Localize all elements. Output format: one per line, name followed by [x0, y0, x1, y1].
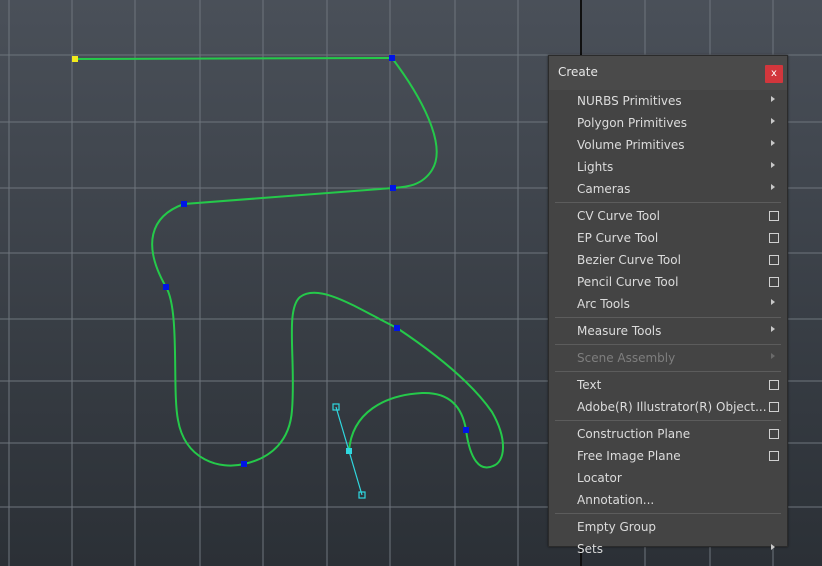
menu-item-sets[interactable]: Sets — [549, 538, 787, 560]
cv-point[interactable] — [463, 427, 469, 433]
cv-point[interactable] — [241, 461, 247, 467]
menu-item-measure-tools[interactable]: Measure Tools — [549, 320, 787, 342]
menu-item-label: Measure Tools — [577, 324, 662, 338]
cv-point[interactable] — [163, 284, 169, 290]
menu-item-adobe-illustrator-object[interactable]: Adobe(R) Illustrator(R) Object... — [549, 396, 787, 418]
menu-item-label: Adobe(R) Illustrator(R) Object... — [577, 400, 767, 414]
viewport-canvas[interactable]: Create x NURBS Primitives Polygon Primiti… — [0, 0, 822, 566]
menu-item-label: Free Image Plane — [577, 449, 681, 463]
option-box-icon[interactable] — [769, 211, 779, 221]
menu-title: Create — [558, 65, 598, 79]
menu-item-annotation[interactable]: Annotation... — [549, 489, 787, 511]
menu-item-label: Volume Primitives — [577, 138, 685, 152]
cv-point[interactable] — [181, 201, 187, 207]
submenu-arrow-icon — [771, 544, 775, 550]
option-box-icon[interactable] — [769, 233, 779, 243]
submenu-arrow-icon — [771, 162, 775, 168]
create-menu: Create x NURBS Primitives Polygon Primiti… — [548, 55, 788, 556]
menu-separator — [555, 317, 781, 318]
option-box-icon[interactable] — [769, 402, 779, 412]
menu-item-label: Scene Assembly — [577, 351, 676, 365]
menu-item-locator[interactable]: Locator — [549, 467, 787, 489]
menu-item-polygon-primitives[interactable]: Polygon Primitives — [549, 112, 787, 134]
close-icon: x — [771, 68, 777, 79]
menu-item-label: Polygon Primitives — [577, 116, 688, 130]
menu-item-label: Text — [577, 378, 602, 392]
submenu-arrow-icon — [771, 96, 775, 102]
submenu-arrow-icon — [771, 184, 775, 190]
menu-separator — [555, 371, 781, 372]
menu-item-label: EP Curve Tool — [577, 231, 659, 245]
menu-separator — [555, 344, 781, 345]
submenu-arrow-icon — [771, 118, 775, 124]
menu-item-arc-tools[interactable]: Arc Tools — [549, 293, 787, 315]
menu-item-text[interactable]: Text — [549, 374, 787, 396]
menu-item-label: Lights — [577, 160, 614, 174]
option-box-icon[interactable] — [769, 429, 779, 439]
menu-item-free-image-plane[interactable]: Free Image Plane — [549, 445, 787, 467]
menu-item-nurbs-primitives[interactable]: NURBS Primitives — [549, 90, 787, 112]
menu-item-cameras[interactable]: Cameras — [549, 178, 787, 200]
option-box-icon[interactable] — [769, 380, 779, 390]
cv-point[interactable] — [389, 55, 395, 61]
menu-item-label: Pencil Curve Tool — [577, 275, 679, 289]
submenu-arrow-icon — [771, 353, 775, 359]
menu-item-pencil-curve-tool[interactable]: Pencil Curve Tool — [549, 271, 787, 293]
menu-item-label: Annotation... — [577, 493, 655, 507]
menu-title-bar[interactable]: Create x — [549, 56, 787, 90]
close-button[interactable]: x — [765, 65, 783, 83]
submenu-arrow-icon — [771, 140, 775, 146]
cv-point[interactable] — [394, 325, 400, 331]
menu-item-label: NURBS Primitives — [577, 94, 682, 108]
active-curve-point[interactable] — [346, 448, 352, 454]
menu-item-lights[interactable]: Lights — [549, 156, 787, 178]
menu-item-label: Construction Plane — [577, 427, 691, 441]
menu-item-label: Sets — [577, 542, 603, 556]
menu-item-bezier-curve-tool[interactable]: Bezier Curve Tool — [549, 249, 787, 271]
submenu-arrow-icon — [771, 326, 775, 332]
menu-item-ep-curve-tool[interactable]: EP Curve Tool — [549, 227, 787, 249]
menu-item-label: Locator — [577, 471, 622, 485]
menu-item-label: CV Curve Tool — [577, 209, 660, 223]
option-box-icon[interactable] — [769, 451, 779, 461]
menu-item-label: Bezier Curve Tool — [577, 253, 681, 267]
menu-item-label: Arc Tools — [577, 297, 630, 311]
menu-item-cv-curve-tool[interactable]: CV Curve Tool — [549, 205, 787, 227]
menu-item-empty-group[interactable]: Empty Group — [549, 516, 787, 538]
menu-items: NURBS Primitives Polygon Primitives Volume… — [549, 90, 787, 560]
option-box-icon[interactable] — [769, 255, 779, 265]
menu-item-label: Empty Group — [577, 520, 657, 534]
menu-item-volume-primitives[interactable]: Volume Primitives — [549, 134, 787, 156]
menu-separator — [555, 202, 781, 203]
menu-item-construction-plane[interactable]: Construction Plane — [549, 423, 787, 445]
submenu-arrow-icon — [771, 299, 775, 305]
menu-separator — [555, 420, 781, 421]
curve-start-point[interactable] — [72, 56, 78, 62]
cv-point[interactable] — [390, 185, 396, 191]
menu-separator — [555, 513, 781, 514]
option-box-icon[interactable] — [769, 277, 779, 287]
menu-item-label: Cameras — [577, 182, 631, 196]
menu-item-scene-assembly: Scene Assembly — [549, 347, 787, 369]
